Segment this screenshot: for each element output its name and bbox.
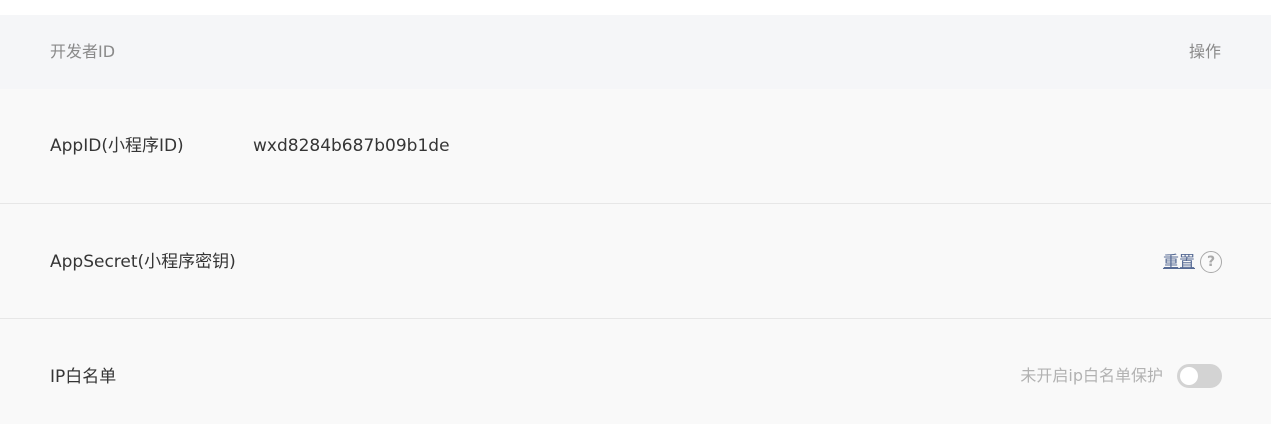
table-row-appsecret: AppSecret(小程序密钥) 重置 ? xyxy=(0,204,1271,319)
appsecret-actions: 重置 ? xyxy=(1163,250,1222,274)
table-header: 开发者ID 操作 xyxy=(0,15,1271,89)
developer-settings-panel: 开发者ID 操作 AppID(小程序ID) wxd8284b687b09b1de… xyxy=(0,0,1271,424)
ip-whitelist-toggle[interactable] xyxy=(1177,364,1222,388)
appsecret-label: AppSecret(小程序密钥) xyxy=(50,252,236,272)
ip-whitelist-control: 未开启ip白名单保护 xyxy=(1020,364,1222,388)
table-row-ip-whitelist: IP白名单 未开启ip白名单保护 xyxy=(0,319,1271,424)
appid-value: wxd8284b687b09b1de xyxy=(253,136,450,156)
ip-whitelist-label: IP白名单 xyxy=(50,367,117,387)
table-row-appid: AppID(小程序ID) wxd8284b687b09b1de xyxy=(0,89,1271,204)
header-actions: 操作 xyxy=(1188,42,1221,61)
top-spacer xyxy=(0,0,1271,15)
question-circle-icon[interactable]: ? xyxy=(1200,251,1222,273)
toggle-knob xyxy=(1180,367,1198,385)
appid-label: AppID(小程序ID) xyxy=(50,136,184,156)
header-developer-id: 开发者ID xyxy=(50,42,116,61)
reset-link[interactable]: 重置 xyxy=(1163,252,1195,272)
ip-whitelist-status: 未开启ip白名单保护 xyxy=(1020,366,1163,385)
